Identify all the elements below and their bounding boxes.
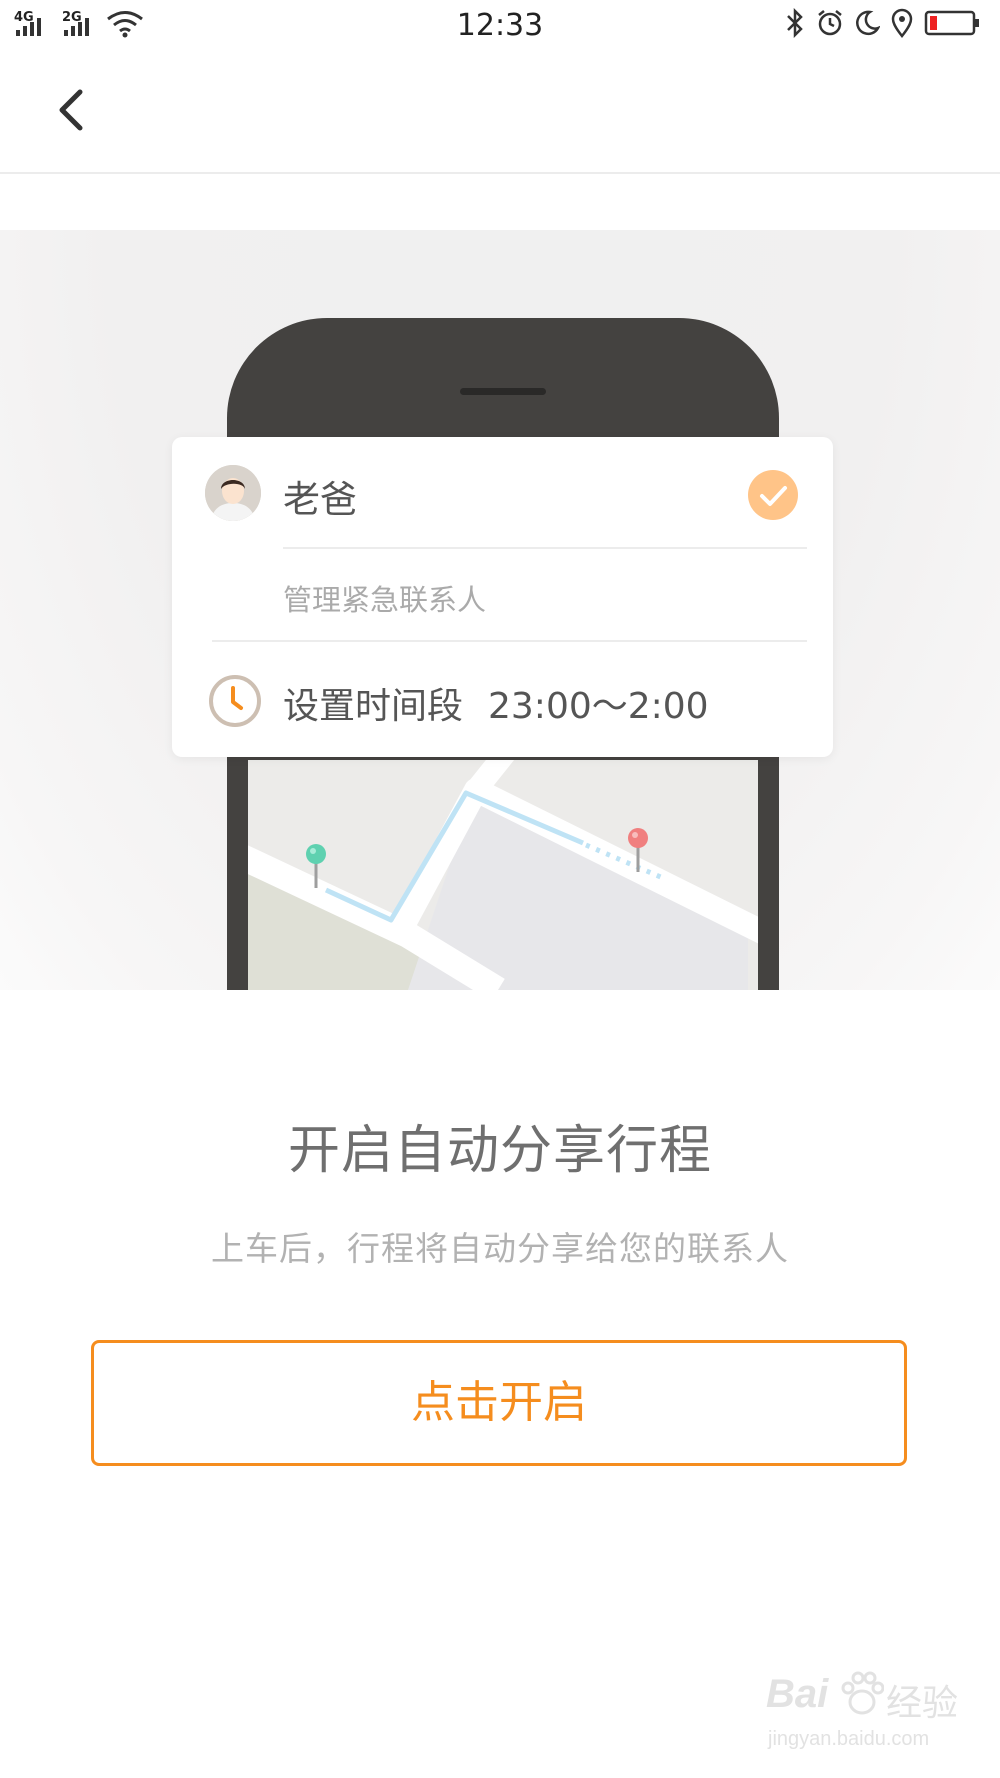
battery-low-icon (924, 10, 979, 36)
status-icons (784, 8, 982, 38)
divider (283, 547, 807, 549)
back-button[interactable] (44, 78, 104, 142)
watermark-brand-left: Bai (766, 1672, 829, 1716)
watermark: Bai 经验 jingyan.baidu.com (766, 1666, 986, 1766)
bluetooth-icon (787, 8, 803, 38)
alarm-icon (818, 10, 842, 36)
location-icon (891, 8, 913, 38)
manage-contacts-link[interactable]: 管理紧急联系人 (283, 577, 486, 619)
end-pin-icon (628, 828, 648, 872)
phone-speaker (460, 388, 546, 395)
nav-bar (0, 52, 1000, 174)
status-bar: 4G 2G 12:33 (0, 0, 1000, 52)
chevron-left-icon (59, 89, 83, 131)
time-range-label: 设置时间段 (283, 686, 464, 727)
time-range-value: 23:00～2:00 (488, 686, 709, 727)
avatar (205, 465, 261, 521)
watermark-url: jingyan.baidu.com (768, 1728, 930, 1750)
paw-icon (841, 1671, 884, 1715)
contact-card: 老爸 管理紧急联系人 设置时间段 23:00～2:00 (172, 437, 833, 757)
page-title: 开启自动分享行程 (287, 1121, 712, 1181)
check-icon (760, 486, 787, 506)
contact-name: 老爸 (283, 478, 357, 521)
enable-button[interactable]: 点击开启 (91, 1340, 907, 1466)
moon-icon (856, 10, 880, 36)
page-subtitle: 上车后，行程将自动分享给您的联系人 (211, 1229, 789, 1268)
start-pin-icon (306, 844, 326, 888)
hero-illustration: 老爸 管理紧急联系人 设置时间段 23:00～2:00 (0, 230, 1000, 990)
divider (212, 640, 807, 642)
watermark-brand-right: 经验 (886, 1683, 959, 1724)
check-badge[interactable] (748, 470, 798, 520)
map-illustration (248, 760, 758, 990)
clock-icon (209, 675, 261, 727)
